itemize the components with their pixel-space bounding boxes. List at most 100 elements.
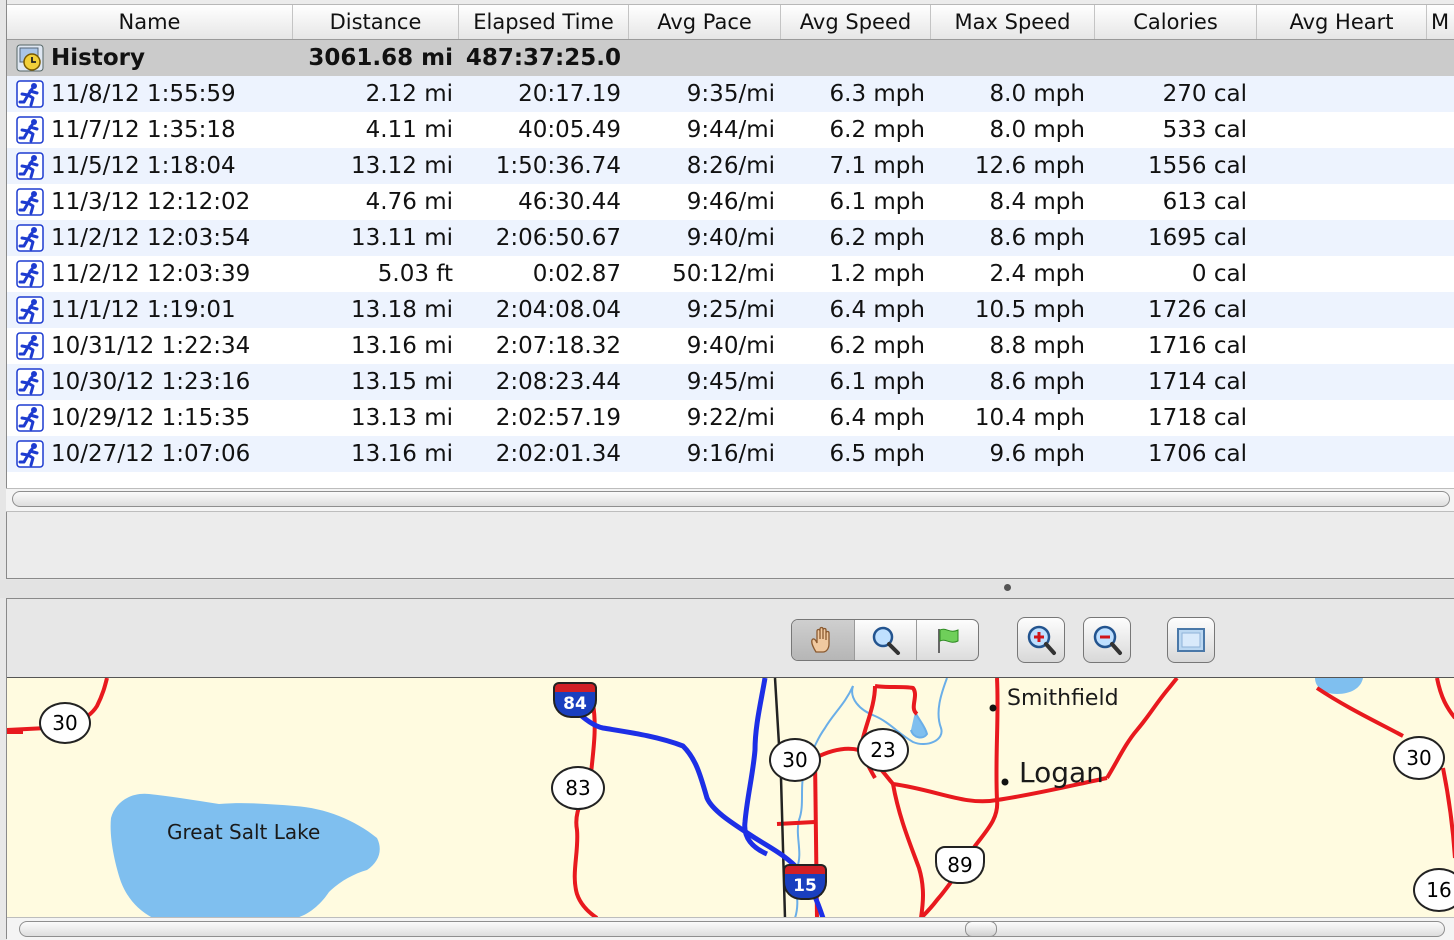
route-map[interactable]: Smithfield Logan Great Salt Lake 30 83 3… xyxy=(7,677,1454,918)
cell-max-speed: 9.6 mph xyxy=(989,441,1085,467)
column-header-avg-heart[interactable]: Avg Heart xyxy=(1257,5,1427,39)
cell-max-speed: 2.4 mph xyxy=(989,261,1085,287)
cell-name: 11/3/12 12:12:02 xyxy=(51,189,251,215)
table-row[interactable]: 11/3/12 12:12:02 4.76 mi 46:30.44 9:46/mi 6.… xyxy=(7,184,1454,220)
cell-name: 11/8/12 1:55:59 xyxy=(51,81,236,107)
table-row[interactable]: 11/5/12 1:18:04 13.12 mi 1:50:36.74 8:26/mi… xyxy=(7,148,1454,184)
pan-tool-button[interactable] xyxy=(792,620,854,660)
cell-speed: 6.2 mph xyxy=(829,117,925,143)
running-activity-icon xyxy=(16,116,44,144)
cell-distance: 5.03 ft xyxy=(377,261,453,287)
cell-calories: 613 cal xyxy=(1162,189,1247,215)
map-tool-selector xyxy=(791,619,979,661)
cell-speed: 6.2 mph xyxy=(829,333,925,359)
road-shield: 30 xyxy=(1393,736,1445,780)
cell-max-speed: 12.6 mph xyxy=(974,153,1085,179)
running-activity-icon xyxy=(16,152,44,180)
cell-max-speed: 8.4 mph xyxy=(989,189,1085,215)
column-header-calories[interactable]: Calories xyxy=(1095,5,1257,39)
cell-calories: 1714 cal xyxy=(1148,369,1247,395)
great-salt-lake-water xyxy=(110,793,380,918)
column-header-distance[interactable]: Distance xyxy=(293,5,459,39)
table-row[interactable]: 10/30/12 1:23:16 13.15 mi 2:08:23.44 9:45/m… xyxy=(7,364,1454,400)
cell-pace: 9:46/mi xyxy=(686,189,775,215)
map-toolbar xyxy=(7,599,1454,677)
table-body: History 3061.68 mi 487:37:25.0 11/8/12 1… xyxy=(7,40,1454,488)
split-divider[interactable] xyxy=(0,580,1454,598)
cell-pace: 9:44/mi xyxy=(686,117,775,143)
table-row[interactable]: 10/31/12 1:22:34 13.16 mi 2:07:18.32 9:40/m… xyxy=(7,328,1454,364)
place-label-smithfield: Smithfield xyxy=(1007,686,1119,711)
column-header-avg-pace[interactable]: Avg Pace xyxy=(629,5,781,39)
road-shield: 30 xyxy=(39,702,91,744)
table-scrollbar-thumb[interactable] xyxy=(12,491,1450,507)
zoom-tool-button[interactable] xyxy=(854,620,916,660)
fit-view-button[interactable] xyxy=(1167,617,1215,663)
cell-name: 11/2/12 12:03:39 xyxy=(51,261,251,287)
cell-calories: 0 cal xyxy=(1191,261,1247,287)
cell-speed: 6.1 mph xyxy=(829,369,925,395)
cell-elapsed: 40:05.49 xyxy=(518,117,621,143)
zoom-in-button[interactable] xyxy=(1017,617,1065,663)
cell-pace: 9:35/mi xyxy=(686,81,775,107)
cell-elapsed: 0:02.87 xyxy=(532,261,621,287)
map-canvas xyxy=(7,678,1454,918)
cell-name: 11/2/12 12:03:54 xyxy=(51,225,251,251)
zoom-out-button[interactable] xyxy=(1083,617,1131,663)
column-header-elapsed-time[interactable]: Elapsed Time xyxy=(459,5,629,39)
cell-distance: 13.11 mi xyxy=(351,225,453,251)
map-horizontal-scrollbar[interactable] xyxy=(7,917,1454,940)
table-row[interactable]: 11/1/12 1:19:01 13.18 mi 2:04:08.04 9:25/mi… xyxy=(7,292,1454,328)
cell-max-speed: 8.0 mph xyxy=(989,81,1085,107)
column-header-avg-speed[interactable]: Avg Speed xyxy=(781,5,931,39)
running-activity-icon xyxy=(16,440,44,468)
cell-calories: 533 cal xyxy=(1162,117,1247,143)
cell-speed: 6.4 mph xyxy=(829,405,925,431)
cell-distance: 4.11 mi xyxy=(365,117,453,143)
cell-distance: 13.13 mi xyxy=(351,405,453,431)
table-row[interactable]: 11/2/12 12:03:39 5.03 ft 0:02.87 50:12/mi 1.… xyxy=(7,256,1454,292)
history-row[interactable]: History 3061.68 mi 487:37:25.0 xyxy=(7,40,1454,76)
cell-max-speed: 10.5 mph xyxy=(974,297,1085,323)
flag-tool-button[interactable] xyxy=(916,620,978,660)
table-row[interactable]: 10/27/12 1:07:06 13.16 mi 2:02:01.34 9:16/m… xyxy=(7,436,1454,472)
cell-max-speed: 8.6 mph xyxy=(989,369,1085,395)
column-header-name[interactable]: Name xyxy=(7,5,293,39)
table-row[interactable]: 11/2/12 12:03:54 13.11 mi 2:06:50.67 9:40/m… xyxy=(7,220,1454,256)
divider-grip-icon[interactable] xyxy=(1004,584,1011,591)
table-horizontal-scrollbar[interactable] xyxy=(6,488,1454,512)
table-row[interactable]: 11/8/12 1:55:59 2.12 mi 20:17.19 9:35/mi 6.3… xyxy=(7,76,1454,112)
column-header-truncated[interactable]: M xyxy=(1427,5,1454,39)
logan-dot xyxy=(1001,778,1009,786)
running-activity-icon xyxy=(16,332,44,360)
map-scrollbar-track[interactable] xyxy=(19,921,1445,937)
history-distance: 3061.68 mi xyxy=(308,45,453,71)
magnifier-icon xyxy=(872,626,900,655)
cell-calories: 1556 cal xyxy=(1148,153,1247,179)
running-activity-icon xyxy=(16,296,44,324)
table-row[interactable]: 10/29/12 1:15:35 13.13 mi 2:02:57.19 9:22/m… xyxy=(7,400,1454,436)
activity-table-pane: Name Distance Elapsed Time Avg Pace Avg … xyxy=(0,0,1454,580)
cell-elapsed: 2:06:50.67 xyxy=(495,225,621,251)
column-header-max-speed[interactable]: Max Speed xyxy=(931,5,1095,39)
table-header: Name Distance Elapsed Time Avg Pace Avg … xyxy=(7,4,1454,40)
cell-distance: 4.76 mi xyxy=(365,189,453,215)
cell-elapsed: 2:02:01.34 xyxy=(495,441,621,467)
cell-name: 10/29/12 1:15:35 xyxy=(51,405,251,431)
running-activity-icon xyxy=(16,368,44,396)
history-elapsed: 487:37:25.0 xyxy=(465,45,621,71)
road-shield: 30 xyxy=(769,738,821,782)
cell-distance: 13.16 mi xyxy=(351,333,453,359)
cell-elapsed: 20:17.19 xyxy=(518,81,621,107)
cell-calories: 1726 cal xyxy=(1148,297,1247,323)
cell-speed: 1.2 mph xyxy=(829,261,925,287)
interstate-number: 15 xyxy=(783,874,827,900)
cell-elapsed: 2:07:18.32 xyxy=(495,333,621,359)
map-scrollbar-thumb[interactable] xyxy=(965,921,997,937)
cell-speed: 6.2 mph xyxy=(829,225,925,251)
running-activity-icon xyxy=(16,188,44,216)
interstate-number: 84 xyxy=(553,692,597,718)
cell-elapsed: 2:04:08.04 xyxy=(495,297,621,323)
table-row[interactable]: 11/7/12 1:35:18 4.11 mi 40:05.49 9:44/mi 6.2… xyxy=(7,112,1454,148)
cell-elapsed: 2:08:23.44 xyxy=(495,369,621,395)
